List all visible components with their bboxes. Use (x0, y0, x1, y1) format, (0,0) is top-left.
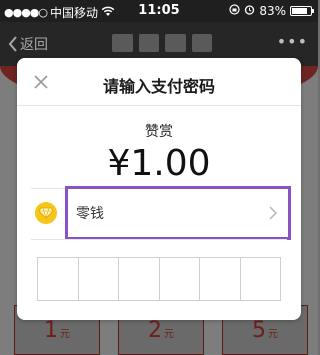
battery-percent: 83% (259, 4, 286, 18)
amount-option-value: 1 (44, 318, 58, 343)
payment-purpose: 赞赏 (145, 124, 173, 140)
back-button[interactable]: 返回 (8, 34, 48, 54)
password-digit-cell (119, 258, 160, 300)
amount-option-unit: 元 (164, 329, 174, 340)
amount-option-value: 2 (148, 318, 162, 343)
chevron-left-icon (8, 36, 17, 52)
password-digit-cell (38, 258, 79, 300)
amount-option-unit: 元 (60, 329, 70, 340)
orientation-lock-icon (229, 4, 240, 18)
amount-option-value: 5 (252, 318, 266, 343)
nav-title-obscured (112, 34, 212, 52)
divider (31, 239, 287, 240)
alarm-icon (244, 4, 255, 18)
password-digit-cell (160, 258, 200, 300)
password-digit-cell (241, 258, 281, 300)
more-button[interactable]: ••• (277, 32, 308, 51)
chevron-right-icon (269, 206, 278, 220)
coin-icon (35, 202, 57, 224)
payment-amount: ¥1.00 (107, 143, 211, 184)
payment-method-selector[interactable]: 零钱 (65, 186, 291, 240)
battery-level (292, 8, 307, 14)
battery-icon (290, 6, 314, 16)
dialog-header: 请输入支付密码 (17, 58, 301, 106)
payment-method-label: 零钱 (76, 206, 104, 222)
status-bar: ●●●●○ 中国移动 11:05 83% (0, 0, 318, 22)
dialog-title: 请输入支付密码 (102, 77, 215, 96)
password-digit-cell (200, 258, 241, 300)
password-input[interactable] (37, 257, 281, 301)
password-digit-cell (79, 258, 119, 300)
amount-option-unit: 元 (268, 329, 278, 340)
status-right: 83% (229, 4, 314, 18)
back-label: 返回 (20, 37, 48, 53)
payment-password-dialog: 请输入支付密码 赞赏 ¥1.00 零钱 (17, 58, 301, 320)
